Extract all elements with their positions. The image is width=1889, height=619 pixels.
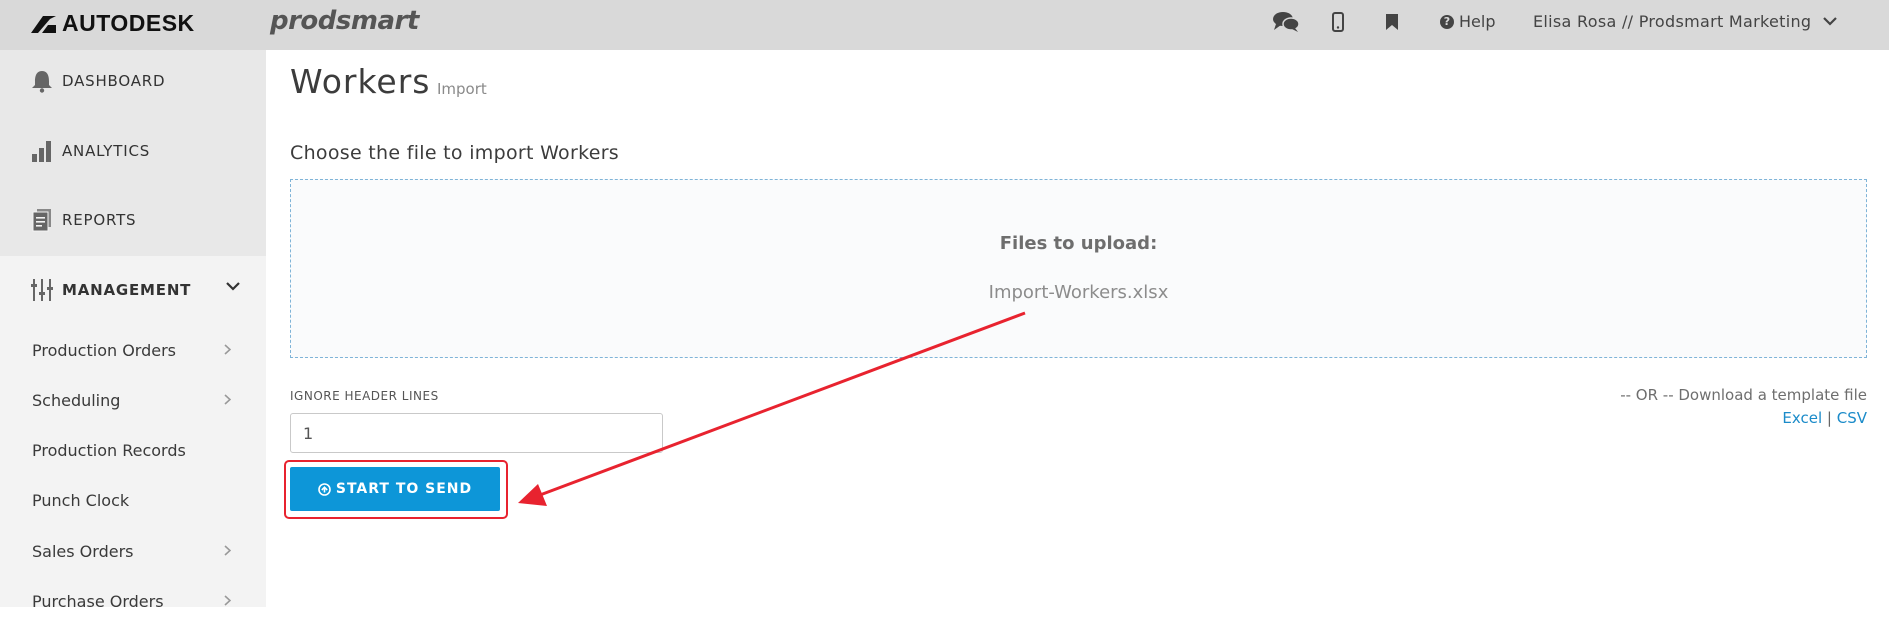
sidebar-subitem-sales-orders[interactable]: Sales Orders <box>0 533 266 569</box>
chevron-down-icon <box>226 282 240 291</box>
page-subtitle: Import <box>437 80 487 98</box>
sidebar-subitem-production-records[interactable]: Production Records <box>0 432 266 468</box>
sidebar-subitem-label: Scheduling <box>32 390 121 410</box>
bell-icon <box>30 69 54 93</box>
sidebar: DASHBOARD ANALYTICS REPORTS MANAGEMENT P… <box>0 50 266 611</box>
start-to-send-button[interactable]: START TO SEND <box>290 467 500 511</box>
sidebar-subitem-label: Production Orders <box>32 340 177 360</box>
sidebar-item-dashboard[interactable]: DASHBOARD <box>0 61 266 101</box>
sidebar-subitem-label: Production Records <box>32 440 186 460</box>
sidebar-item-reports[interactable]: REPORTS <box>0 200 266 240</box>
bookmark-icon[interactable] <box>1386 10 1398 34</box>
sidebar-item-label: REPORTS <box>62 211 137 229</box>
sidebar-subitem-purchase-orders[interactable]: Purchase Orders <box>0 583 266 619</box>
ignore-header-label: IGNORE HEADER LINES <box>290 389 439 403</box>
page-title: Workers <box>290 62 431 101</box>
download-csv-link[interactable]: CSV <box>1837 409 1867 427</box>
dropzone-file-name: Import-Workers.xlsx <box>988 282 1169 303</box>
sidebar-subitem-label: Punch Clock <box>32 490 130 510</box>
arrow-circle-up-icon <box>318 482 331 496</box>
chevron-right-icon <box>224 595 231 606</box>
user-label: Elisa Rosa // Prodsmart Marketing <box>1533 12 1812 31</box>
sidebar-item-label: ANALYTICS <box>62 142 151 160</box>
download-template-text: -- OR -- Download a template file <box>1620 386 1867 404</box>
start-to-send-label: START TO SEND <box>335 481 473 497</box>
product-logo[interactable]: prodsmart <box>270 6 419 36</box>
chevron-right-icon <box>224 344 231 355</box>
sidebar-subitem-label: Purchase Orders <box>32 591 164 611</box>
help-link[interactable]: ? Help <box>1440 12 1495 31</box>
mobile-icon[interactable] <box>1332 10 1344 34</box>
brand-name: AUTODESK <box>62 10 195 36</box>
sidebar-subitem-production-orders[interactable]: Production Orders <box>0 332 266 368</box>
autodesk-logo-mark <box>31 16 56 33</box>
chevron-right-icon <box>224 394 231 405</box>
chevron-right-icon <box>224 545 231 556</box>
sidebar-subitem-scheduling[interactable]: Scheduling <box>0 382 266 418</box>
chevron-down-icon <box>1823 17 1838 26</box>
bar-chart-icon <box>30 139 54 163</box>
sidebar-item-label: DASHBOARD <box>62 72 166 90</box>
section-heading: Choose the file to import Workers <box>290 142 620 164</box>
user-menu[interactable]: Elisa Rosa // Prodsmart Marketing <box>1533 12 1838 31</box>
dropzone-title: Files to upload: <box>999 233 1158 254</box>
sidebar-subitem-label: Sales Orders <box>32 541 134 561</box>
sidebar-item-management[interactable]: MANAGEMENT <box>0 270 266 310</box>
sidebar-item-analytics[interactable]: ANALYTICS <box>0 131 266 171</box>
ignore-header-input[interactable] <box>290 413 663 453</box>
report-icon <box>30 208 54 232</box>
file-dropzone[interactable]: Files to upload: Import-Workers.xlsx <box>290 179 1867 358</box>
autodesk-logo[interactable]: AUTODESK <box>30 11 195 35</box>
top-bar: AUTODESK prodsmart ? Help Elisa Rosa // … <box>0 0 1889 50</box>
download-excel-link[interactable]: Excel <box>1782 409 1822 427</box>
chat-icon[interactable] <box>1272 10 1300 34</box>
sliders-icon <box>30 278 54 302</box>
download-template-links: Excel | CSV <box>1782 409 1867 427</box>
sidebar-subitem-punch-clock[interactable]: Punch Clock <box>0 482 266 518</box>
sidebar-item-label: MANAGEMENT <box>62 281 192 299</box>
help-label: Help <box>1459 12 1496 31</box>
download-separator: | <box>1826 409 1832 427</box>
question-circle-icon: ? <box>1440 14 1454 29</box>
